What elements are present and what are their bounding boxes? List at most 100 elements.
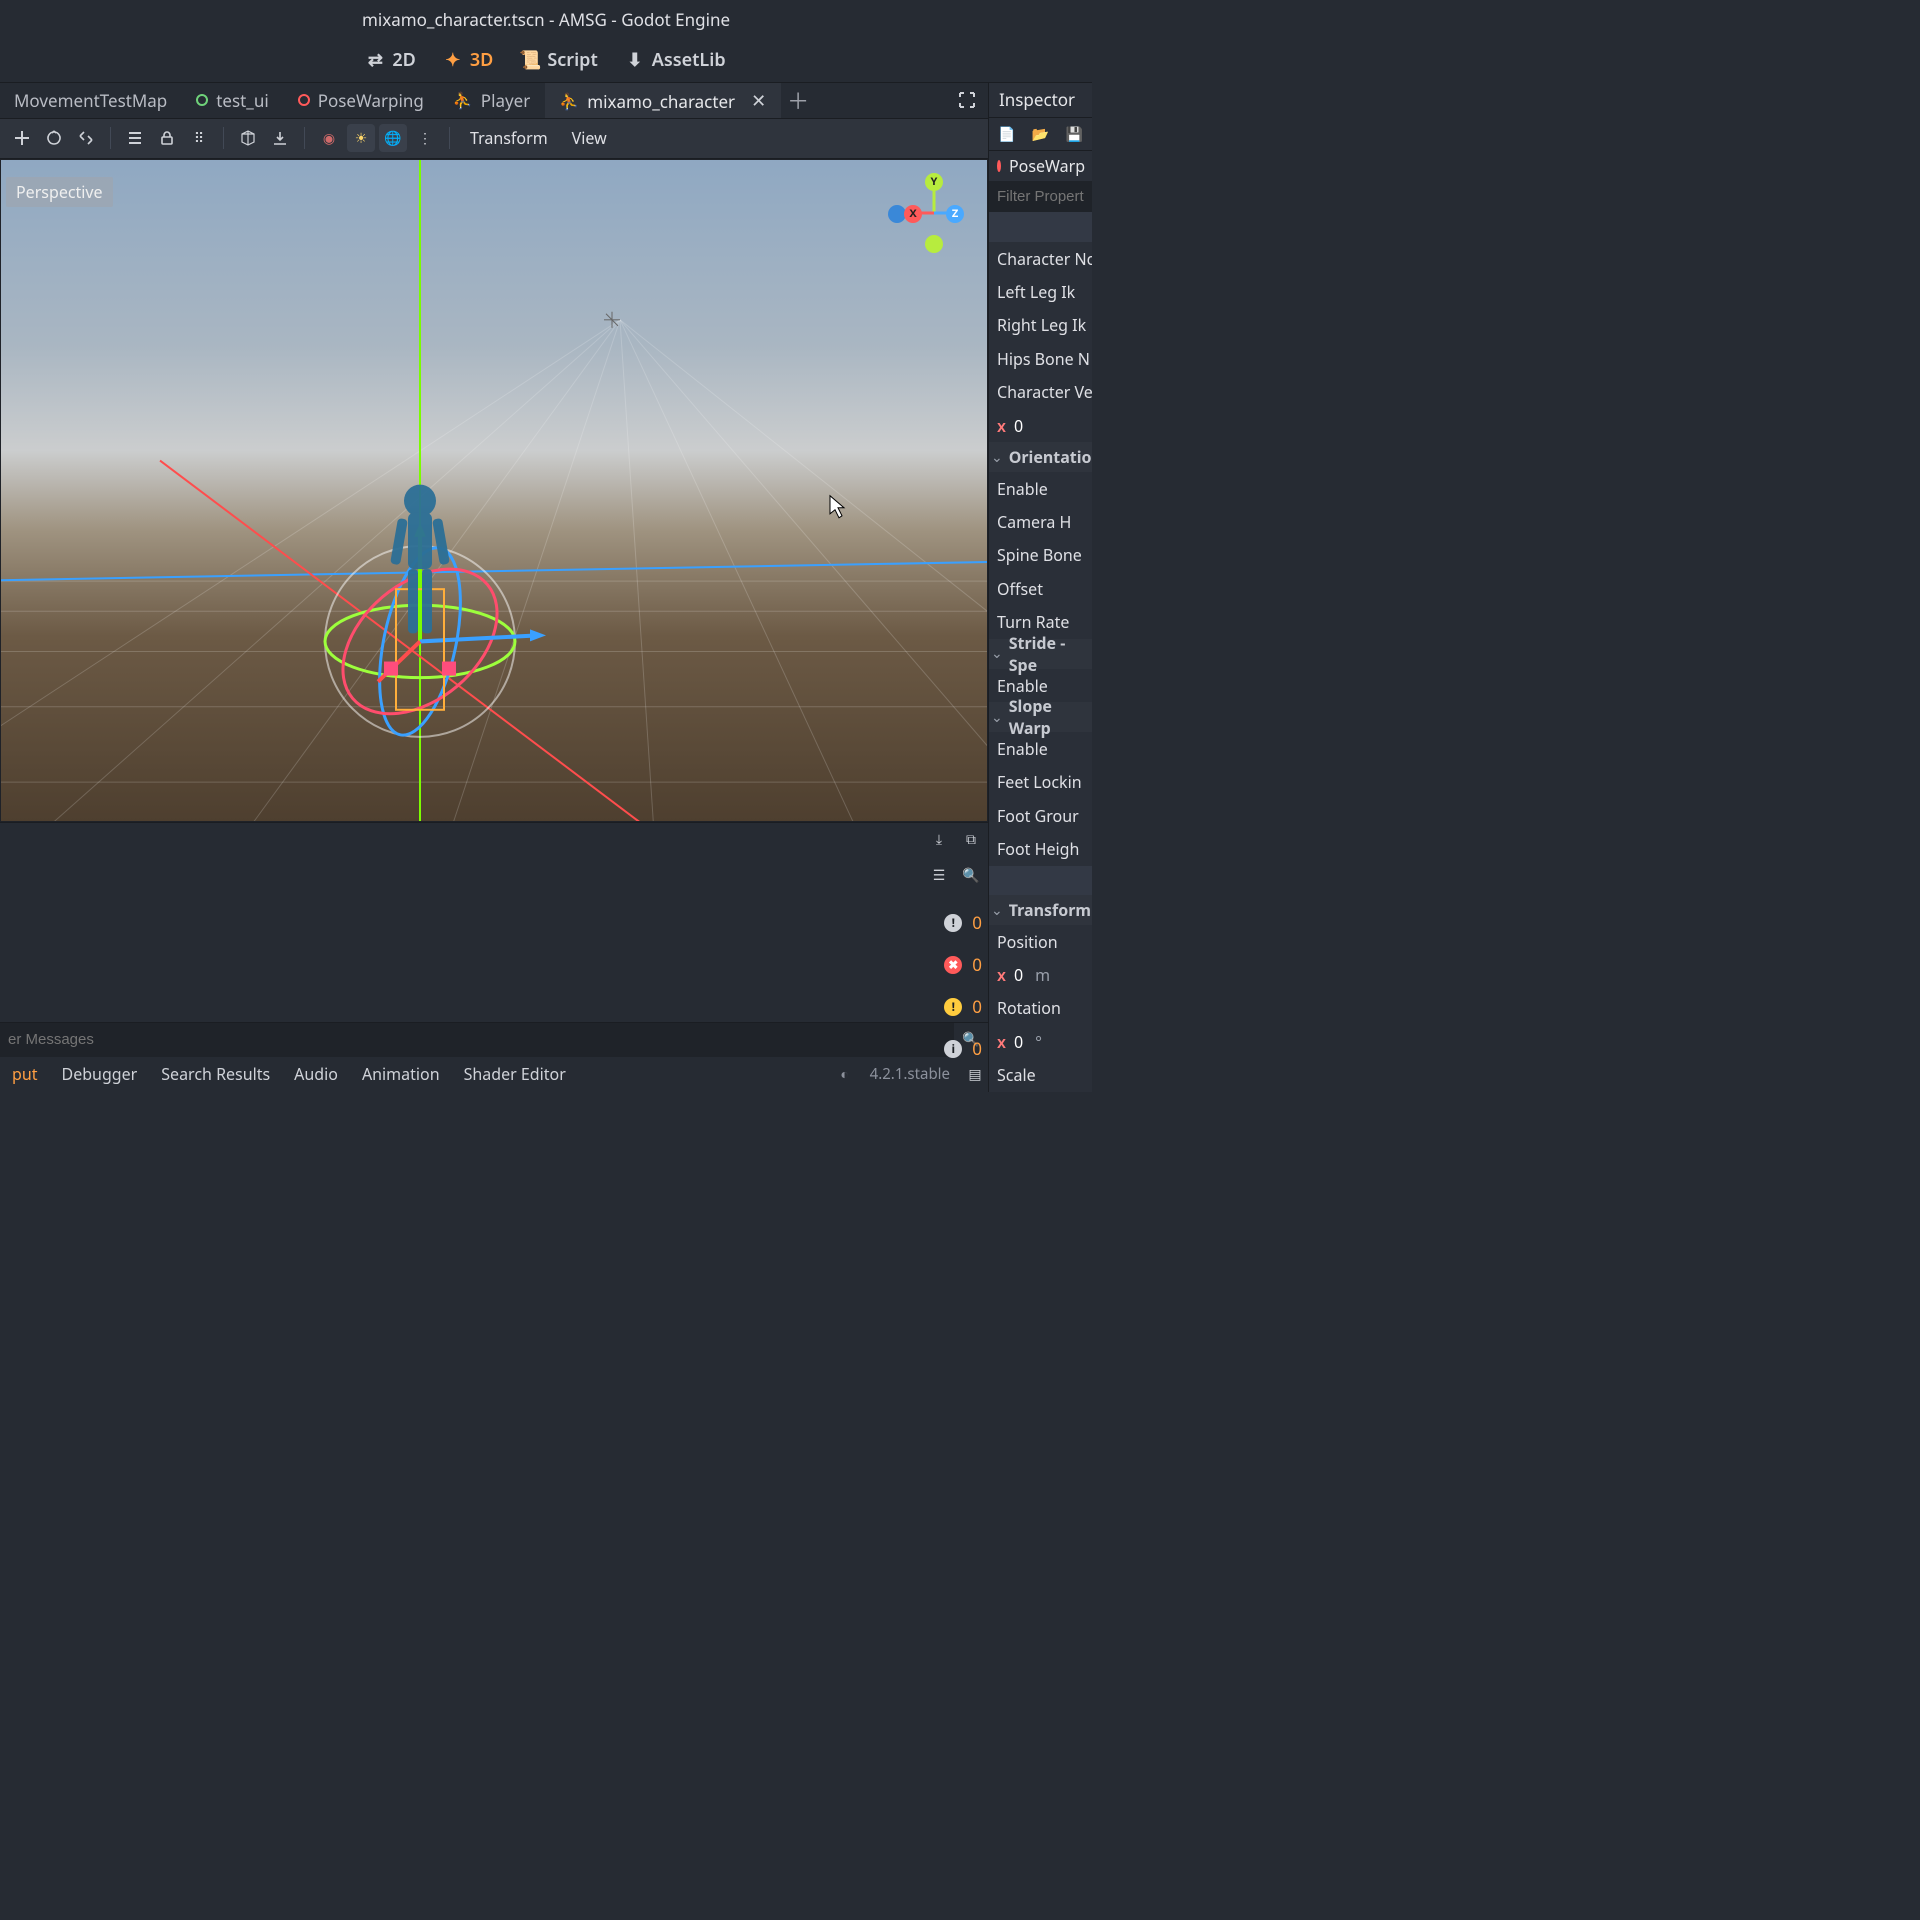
lock-button[interactable] xyxy=(153,124,181,152)
workspace-tab-label: Script xyxy=(547,48,597,72)
prop-vector-x[interactable]: x 0 xyxy=(989,409,1092,442)
scene-tab-mixamo-character[interactable]: ⛹ mixamo_character ✕ xyxy=(545,83,781,118)
viewport-toolbar: ⠿ ◉ ☀ 🌐 ⋮ Transform View xyxy=(0,119,988,159)
add-scene-button[interactable]: ＋ xyxy=(781,83,815,118)
status-errors[interactable]: ✖ 0 xyxy=(936,947,982,983)
prop-feet-locking[interactable]: Feet Lockin xyxy=(989,766,1092,799)
scene-tab-test-ui[interactable]: test_ui xyxy=(182,83,283,118)
prop-foot-ground[interactable]: Foot Grour xyxy=(989,799,1092,832)
section-stride[interactable]: Stride - Spe xyxy=(989,639,1092,669)
version-label[interactable]: 4.2.1.stable xyxy=(860,1064,960,1084)
info-icon: ! xyxy=(944,914,962,932)
prop-character-ve[interactable]: Character Ve xyxy=(989,376,1092,409)
close-icon[interactable]: ✕ xyxy=(751,89,766,113)
axis-x-icon[interactable]: X xyxy=(904,205,922,223)
prop-position[interactable]: Position xyxy=(989,925,1092,958)
dock-tab-debugger[interactable]: Debugger xyxy=(52,1059,148,1089)
prop-left-leg-ik[interactable]: Left Leg Ik xyxy=(989,275,1092,308)
camera-button[interactable]: ◉ xyxy=(315,124,343,152)
prop-right-leg-ik[interactable]: Right Leg Ik xyxy=(989,309,1092,342)
status-count: 0 xyxy=(972,953,982,976)
window-title: mixamo_character.tscn - AMSG - Godot Eng… xyxy=(0,0,1092,39)
prop-foot-height[interactable]: Foot Heigh xyxy=(989,832,1092,865)
workspace-tab-assetlib[interactable]: ⬇ AssetLib xyxy=(626,48,726,72)
inspector-node[interactable]: PoseWarp xyxy=(989,151,1092,180)
axis-neg-y-icon[interactable] xyxy=(925,235,943,253)
dock-copy-button[interactable]: ⧉ xyxy=(960,829,982,851)
axis-gizmo[interactable]: Y X Z xyxy=(894,173,974,253)
dock-tab-animation[interactable]: Animation xyxy=(352,1059,450,1089)
environment-button[interactable]: 🌐 xyxy=(379,124,407,152)
prop-position-x[interactable]: x 0 m xyxy=(989,958,1092,991)
viewport-3d[interactable]: Perspective Y X Z xyxy=(0,159,988,822)
rotate-mode-button[interactable] xyxy=(72,124,100,152)
list-button[interactable] xyxy=(121,124,149,152)
workspace-tab-label: 2D xyxy=(392,48,415,72)
snap-cube-button[interactable] xyxy=(234,124,262,152)
move-mode-button[interactable] xyxy=(40,124,68,152)
more-button[interactable]: ⋮ xyxy=(411,124,439,152)
sun-button[interactable]: ☀ xyxy=(347,124,375,152)
viewport-grid xyxy=(0,159,988,822)
dock-tab-audio[interactable]: Audio xyxy=(284,1059,348,1089)
character-icon: ⛹ xyxy=(559,90,579,112)
prop-rotation-x[interactable]: x 0 ° xyxy=(989,1025,1092,1058)
dock-collapse-button[interactable]: ⤓ xyxy=(928,829,950,851)
save-button[interactable]: 💾 xyxy=(1064,123,1084,145)
section-orientation[interactable]: Orientation xyxy=(989,442,1092,471)
scene-tab-player[interactable]: ⛹ Player xyxy=(439,83,545,118)
prop-character-node[interactable]: Character No xyxy=(989,242,1092,275)
projection-badge[interactable]: Perspective xyxy=(6,177,113,207)
save-resource-button[interactable]: 📄 xyxy=(997,123,1017,145)
workspace-tab-2d[interactable]: ⇄ 2D xyxy=(366,48,415,72)
workspace-tab-3d[interactable]: ✦ 3D xyxy=(444,48,493,72)
workspace-tab-label: 3D xyxy=(470,48,493,72)
distraction-free-button[interactable] xyxy=(952,83,982,118)
status-info[interactable]: i 0 xyxy=(936,1031,982,1067)
workspace-tab-script[interactable]: 📜 Script xyxy=(521,48,597,72)
prop-offset[interactable]: Offset xyxy=(989,572,1092,605)
dock-tab-shader-editor[interactable]: Shader Editor xyxy=(454,1059,576,1089)
prop-enable[interactable]: Enable xyxy=(989,472,1092,505)
download-icon: ⬇ xyxy=(626,51,644,69)
update-spinner-icon: ◐ xyxy=(834,1063,856,1085)
scene-tab-label: test_ui xyxy=(216,89,268,112)
dock-tab-output[interactable]: put xyxy=(2,1059,48,1089)
status-warnings[interactable]: ! 0 xyxy=(936,989,982,1025)
prop-camera-h[interactable]: Camera H xyxy=(989,505,1092,538)
transform-menu[interactable]: Transform xyxy=(460,127,558,149)
scene-tab-label: MovementTestMap xyxy=(14,89,167,112)
workspace-tab-label: AssetLib xyxy=(652,48,726,72)
prop-enable[interactable]: Enable xyxy=(989,732,1092,765)
scene-tab-movementtestmap[interactable]: MovementTestMap xyxy=(0,83,182,118)
prop-scale[interactable]: Scale xyxy=(989,1058,1092,1091)
view-menu[interactable]: View xyxy=(562,127,617,149)
axis-x-label: x xyxy=(997,964,1006,986)
scene-tab-posewarping[interactable]: PoseWarping xyxy=(284,83,439,118)
filter-messages-input[interactable] xyxy=(0,1023,954,1057)
prop-rotation[interactable]: Rotation xyxy=(989,992,1092,1025)
dock-filter-button[interactable]: ☰ xyxy=(928,865,950,887)
bottom-dock: 🔍 put Debugger Search Results Audio Anim… xyxy=(0,1022,988,1092)
group-button[interactable]: ⠿ xyxy=(185,124,213,152)
bell-icon: i xyxy=(944,1040,962,1058)
axis-z-icon[interactable]: Z xyxy=(946,205,964,223)
prop-spine-bone[interactable]: Spine Bone xyxy=(989,539,1092,572)
prop-value: 0 xyxy=(1014,1031,1023,1053)
node-ring-icon xyxy=(298,94,310,106)
status-messages[interactable]: ! 0 xyxy=(936,905,982,941)
prop-hips-bone[interactable]: Hips Bone N xyxy=(989,342,1092,375)
dock-search-button[interactable]: 🔍 xyxy=(960,865,982,887)
select-mode-button[interactable] xyxy=(8,124,36,152)
node-ring-icon xyxy=(196,94,208,106)
inspector-filter-input[interactable] xyxy=(989,181,1092,212)
section-transform[interactable]: Transform xyxy=(989,895,1092,924)
snap-ground-button[interactable] xyxy=(266,124,294,152)
open-resource-button[interactable]: 📂 xyxy=(1031,123,1051,145)
dock-tab-search-results[interactable]: Search Results xyxy=(151,1059,280,1089)
scene-tab-label: PoseWarping xyxy=(318,89,424,112)
axis-y-icon[interactable]: Y xyxy=(925,173,943,191)
inspector-title: Inspector xyxy=(989,83,1092,118)
scene-tabs: MovementTestMap test_ui PoseWarping ⛹ Pl… xyxy=(0,83,988,119)
section-slope-warp[interactable]: Slope Warp xyxy=(989,702,1092,732)
